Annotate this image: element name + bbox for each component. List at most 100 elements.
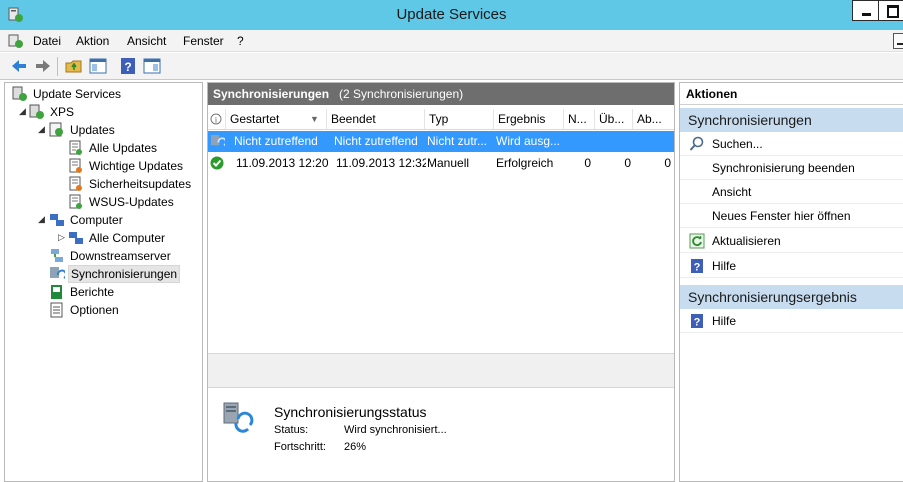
column-header-gestartet[interactable]: Gestartet ▼	[226, 109, 327, 129]
action-suchen[interactable]: Suchen...	[680, 132, 903, 156]
cell-ub: 0	[624, 156, 631, 170]
tree-label: Alle Updates	[89, 141, 158, 155]
search-icon	[689, 136, 704, 151]
action-synchronisierung-beenden[interactable]: Synchronisierung beenden	[680, 156, 903, 180]
update-list-icon	[69, 140, 82, 155]
center-pane: Synchronisierungen (2 Synchronisierungen…	[207, 82, 675, 482]
menu-ansicht[interactable]: Ansicht	[127, 34, 166, 48]
info-icon: i	[210, 113, 222, 125]
computers-icon	[50, 214, 64, 226]
maximize-button[interactable]	[878, 0, 903, 21]
title-bar: Update Services	[0, 0, 903, 30]
expand-arrow-icon[interactable]: ▷	[58, 232, 65, 243]
wsus-server-icon	[12, 86, 27, 101]
cell-type: Nicht zutr...	[427, 134, 488, 148]
column-header-n[interactable]: N...	[564, 109, 595, 129]
tree-label: Alle Computer	[89, 231, 166, 245]
cell-type: Manuell	[427, 156, 470, 170]
action-hilfe-ergebnis[interactable]: ? Hilfe	[680, 309, 903, 333]
actions-pane: Aktionen Synchronisierungen Suchen... Sy…	[679, 82, 903, 482]
menu-bar: Datei Aktion Ansicht Fenster ?	[0, 30, 903, 52]
cell-ended: Nicht zutreffend	[334, 134, 418, 148]
sync-status-icon	[223, 402, 254, 433]
server-icon	[29, 104, 44, 119]
status-label: Status:	[274, 424, 309, 436]
cell-started: Nicht zutreffend	[234, 134, 318, 148]
cell-result: Erfolgreich	[496, 156, 554, 170]
tree-label: Updates	[70, 123, 115, 137]
column-header-ab[interactable]: Ab...	[633, 109, 674, 129]
svg-text:?: ?	[694, 317, 701, 329]
collapse-arrow-icon[interactable]: ◢	[19, 106, 26, 117]
tree-label: Computer	[70, 213, 123, 227]
action-label: Hilfe	[712, 259, 737, 273]
action-aktualisieren[interactable]: Aktualisieren	[680, 229, 903, 253]
action-label: Ansicht	[712, 185, 752, 199]
svg-text:?: ?	[694, 262, 701, 274]
back-arrow-icon[interactable]	[10, 57, 28, 75]
status-title: Synchronisierungsstatus	[274, 404, 427, 420]
tree-label: Optionen	[70, 303, 119, 317]
list-footer-strip	[208, 353, 674, 388]
action-section-synchronisierungsergebnis[interactable]: Synchronisierungsergebnis	[680, 285, 903, 309]
menu-help[interactable]: ?	[237, 34, 244, 48]
svg-text:?: ?	[124, 60, 131, 74]
action-hilfe[interactable]: ? Hilfe	[680, 254, 903, 278]
menu-datei[interactable]: Datei	[33, 34, 61, 48]
cell-ended: 11.09.2013 12:32	[336, 156, 426, 170]
toolbar-separator	[57, 57, 58, 76]
action-label: Hilfe	[712, 314, 737, 328]
tree-label: Update Services	[33, 87, 122, 101]
forward-arrow-icon[interactable]	[34, 57, 52, 75]
column-header-beendet[interactable]: Beendet	[327, 109, 425, 129]
menu-aktion[interactable]: Aktion	[76, 34, 109, 48]
status-value: Wird synchronisiert...	[344, 424, 447, 436]
critical-update-icon	[69, 158, 82, 173]
center-pane-header: Synchronisierungen (2 Synchronisierungen…	[208, 83, 674, 105]
restore-button[interactable]	[893, 33, 903, 49]
tree-label: XPS	[50, 105, 75, 119]
action-ansicht[interactable]: Ansicht	[680, 180, 903, 204]
collapse-arrow-icon[interactable]: ◢	[38, 214, 45, 225]
sync-status-panel: Synchronisierungsstatus Status: Wird syn…	[208, 389, 674, 481]
cell-n: 0	[584, 156, 591, 170]
tree-label: Wichtige Updates	[89, 159, 184, 173]
table-row[interactable]: Nicht zutreffend Nicht zutreffend Nicht …	[208, 131, 674, 152]
show-hide-action-pane-icon[interactable]	[143, 57, 161, 75]
progress-value: 26%	[344, 441, 367, 453]
navigation-tree: Update Services ◢ XPS ◢ Updates Alle Upd…	[4, 82, 203, 482]
collapse-arrow-icon[interactable]: ◢	[38, 124, 45, 135]
action-label: Synchronisierung beenden	[712, 161, 855, 175]
up-folder-icon[interactable]	[65, 57, 83, 75]
wsus-update-icon	[69, 194, 82, 209]
menu-fenster[interactable]: Fenster	[183, 34, 224, 48]
help-icon: ?	[691, 259, 703, 274]
tree-label: Downstreamserver	[70, 249, 171, 263]
computer-group-icon	[69, 232, 83, 244]
system-menu-icon[interactable]	[8, 33, 24, 49]
progress-label: Fortschritt:	[274, 441, 326, 453]
action-neues-fenster[interactable]: Neues Fenster hier öffnen	[680, 204, 903, 228]
sync-running-icon	[210, 134, 225, 147]
column-header-typ[interactable]: Typ	[425, 109, 494, 129]
pane-title: Synchronisierungen	[213, 87, 330, 101]
sort-descending-icon: ▼	[310, 114, 319, 124]
action-label: Neues Fenster hier öffnen	[712, 209, 851, 223]
action-section-synchronisierungen[interactable]: Synchronisierungen	[680, 108, 903, 132]
cell-ab: 0	[664, 156, 671, 170]
column-header-ergebnis[interactable]: Ergebnis	[494, 109, 564, 129]
show-hide-tree-icon[interactable]	[89, 57, 107, 75]
tree-label: WSUS-Updates	[89, 195, 174, 209]
info-column-header[interactable]: i	[208, 109, 226, 129]
table-header: i Gestartet ▼ Beendet Typ Ergebnis N... …	[208, 109, 674, 130]
minimize-button[interactable]	[852, 0, 879, 21]
options-icon	[50, 302, 63, 318]
reports-icon	[51, 285, 62, 299]
column-header-ub[interactable]: Üb...	[595, 109, 633, 129]
security-update-icon	[69, 176, 82, 191]
help-icon[interactable]: ?	[119, 57, 137, 75]
sync-count: (2 Synchronisierungen)	[339, 87, 464, 101]
table-row[interactable]: 11.09.2013 12:20 11.09.2013 12:32 Manuel…	[208, 153, 674, 174]
cell-result: Wird ausg...	[496, 134, 561, 148]
refresh-icon	[689, 233, 705, 249]
